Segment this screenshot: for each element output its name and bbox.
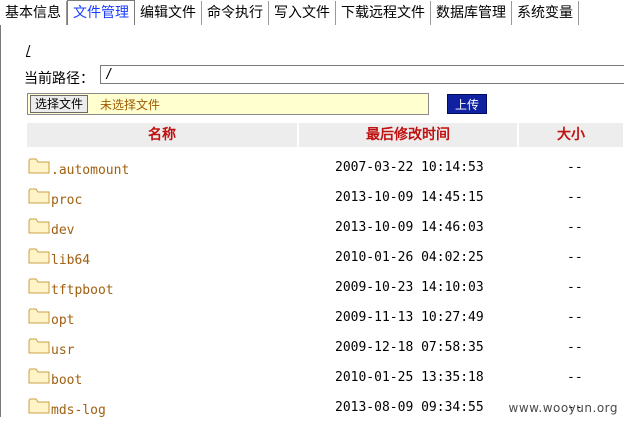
tab-basic-info[interactable]: 基本信息 <box>0 1 67 25</box>
folder-icon <box>28 158 50 174</box>
folder-icon <box>28 308 50 324</box>
choose-file-button[interactable]: 选择文件 <box>30 95 89 113</box>
tab-database[interactable]: 数据库管理 <box>431 1 512 25</box>
file-modified: 2013-08-09 09:34:55 <box>335 400 484 415</box>
header-name: 名称 <box>27 123 297 147</box>
folder-icon <box>28 188 50 204</box>
file-name-link[interactable]: proc <box>51 193 82 208</box>
header-modified: 最后修改时间 <box>299 123 517 147</box>
folder-icon <box>28 368 50 384</box>
tab-edit-file[interactable]: 编辑文件 <box>135 1 202 25</box>
table-row: proc 2013-10-09 14:45:15 -- <box>27 185 624 215</box>
table-row: lib64 2010-01-26 04:02:25 -- <box>27 245 624 275</box>
tab-write-file[interactable]: 写入文件 <box>269 1 336 25</box>
upload-button[interactable]: 上传 <box>447 94 487 114</box>
file-name-link[interactable]: tftpboot <box>51 283 114 298</box>
file-size: -- <box>567 310 583 325</box>
file-manager-panel: / 当前路径： 选择文件 未选择文件 上传 名称 最后修改时间 大小 .auto… <box>0 25 624 418</box>
file-size: -- <box>567 340 583 355</box>
file-name-link[interactable]: dev <box>51 223 74 238</box>
header-size: 大小 <box>519 123 623 147</box>
path-input[interactable] <box>100 65 624 84</box>
file-size: -- <box>567 160 583 175</box>
table-row: .automount 2007-03-22 10:14:53 -- <box>27 155 624 185</box>
file-modified: 2009-12-18 07:58:35 <box>335 340 484 355</box>
file-modified: 2010-01-25 13:35:18 <box>335 370 484 385</box>
file-modified: 2013-10-09 14:45:15 <box>335 190 484 205</box>
file-picker: 选择文件 未选择文件 <box>27 93 429 115</box>
tab-download-remote[interactable]: 下载远程文件 <box>336 1 431 25</box>
table-header: 名称 最后修改时间 大小 <box>27 123 624 147</box>
file-name-link[interactable]: boot <box>51 373 82 388</box>
file-modified: 2010-01-26 04:02:25 <box>335 250 484 265</box>
file-modified: 2013-10-09 14:46:03 <box>335 220 484 235</box>
file-size: -- <box>567 370 583 385</box>
file-size: -- <box>567 220 583 235</box>
table-row: dev 2013-10-09 14:46:03 -- <box>27 215 624 245</box>
file-size: -- <box>567 190 583 205</box>
watermark: www.wooyun.org <box>508 401 618 415</box>
file-modified: 2009-10-23 14:10:03 <box>335 280 484 295</box>
path-label: 当前路径： <box>24 71 94 87</box>
file-modified: 2007-03-22 10:14:53 <box>335 160 484 175</box>
file-name-link[interactable]: opt <box>51 313 74 328</box>
table-row: tftpboot 2009-10-23 14:10:03 -- <box>27 275 624 305</box>
tab-file-manager[interactable]: 文件管理 <box>67 0 135 26</box>
file-name-link[interactable]: .automount <box>51 163 129 178</box>
tab-bar: 基本信息 文件管理 编辑文件 命令执行 写入文件 下载远程文件 数据库管理 系统… <box>0 0 624 26</box>
folder-icon <box>28 218 50 234</box>
file-name-link[interactable]: usr <box>51 343 74 358</box>
folder-icon <box>28 338 50 354</box>
folder-icon <box>28 278 50 294</box>
tab-command-exec[interactable]: 命令执行 <box>202 1 269 25</box>
table-row: boot 2010-01-25 13:35:18 -- <box>27 365 624 395</box>
table-row: opt 2009-11-13 10:27:49 -- <box>27 305 624 335</box>
root-link[interactable]: / <box>26 44 30 59</box>
file-size: -- <box>567 280 583 295</box>
no-file-text: 未选择文件 <box>100 98 161 112</box>
tab-system-vars[interactable]: 系统变量 <box>512 1 579 25</box>
file-size: -- <box>567 250 583 265</box>
file-name-link[interactable]: lib64 <box>51 253 90 268</box>
folder-icon <box>28 398 50 414</box>
folder-icon <box>28 248 50 264</box>
file-name-link[interactable]: mds-log <box>51 403 106 418</box>
table-row: usr 2009-12-18 07:58:35 -- <box>27 335 624 365</box>
file-modified: 2009-11-13 10:27:49 <box>335 310 484 325</box>
